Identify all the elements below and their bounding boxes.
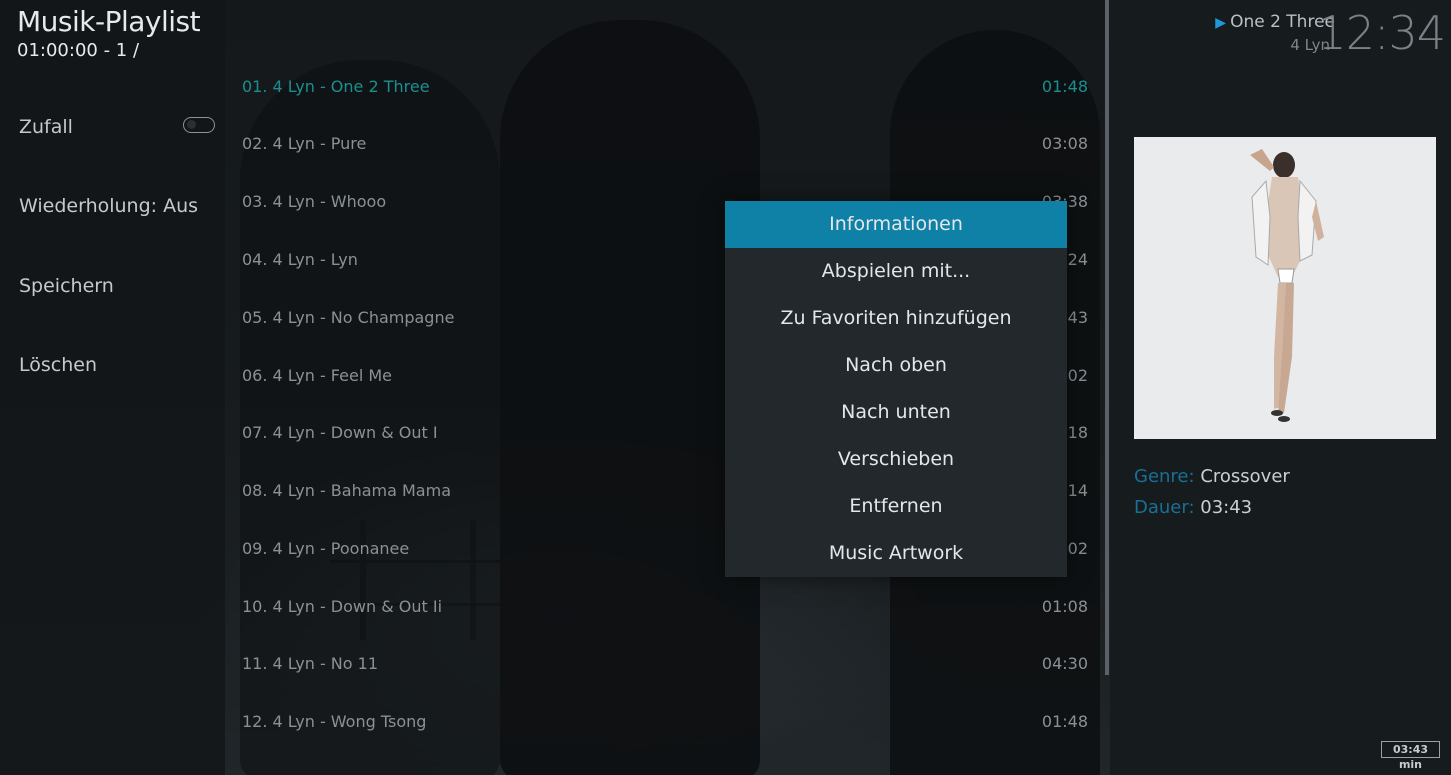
track-label: 06. 4 Lyn - Feel Me (242, 366, 392, 385)
menu-item-remove[interactable]: Entfernen (725, 483, 1067, 530)
page-title: Musik-Playlist (17, 5, 201, 38)
playlist-summary: 01:00:00 - 1 / 15 (17, 40, 143, 61)
menu-item-music-artwork[interactable]: Music Artwork (725, 530, 1067, 577)
playlist-row[interactable]: 11. 4 Lyn - No 11 04:30 (242, 654, 1088, 678)
duration-row: Dauer: 03:43 (1134, 497, 1252, 518)
playlist-row[interactable]: 10. 4 Lyn - Down & Out Ii 01:08 (242, 597, 1088, 621)
duration-badge: 03:43 min (1381, 741, 1440, 771)
context-menu: Informationen Abspielen mit... Zu Favori… (725, 201, 1067, 577)
track-label: 09. 4 Lyn - Poonanee (242, 539, 410, 558)
track-label: 01. 4 Lyn - One 2 Three (242, 77, 430, 96)
menu-item-move-up[interactable]: Nach oben (725, 342, 1067, 389)
menu-item-add-favorites[interactable]: Zu Favoriten hinzufügen (725, 295, 1067, 342)
menu-item-move-down[interactable]: Nach unten (725, 389, 1067, 436)
menu-item-move[interactable]: Verschieben (725, 436, 1067, 483)
genre-label: Genre: (1134, 466, 1195, 487)
playlist-row[interactable]: 12. 4 Lyn - Wong Tsong 01:48 (242, 712, 1088, 736)
genre-value: Crossover (1200, 466, 1290, 487)
track-label: 12. 4 Lyn - Wong Tsong (242, 712, 427, 731)
track-label: 03. 4 Lyn - Whooo (242, 192, 387, 211)
track-duration: 04:30 (1041, 654, 1088, 673)
menu-item-informationen[interactable]: Informationen (725, 201, 1067, 248)
playlist-row[interactable]: 01. 4 Lyn - One 2 Three 01:48 (242, 77, 1088, 101)
playlist-scrollbar[interactable] (1105, 0, 1109, 675)
play-icon: ▶ (1215, 15, 1227, 31)
save-button[interactable]: Speichern (19, 275, 114, 297)
duration-value: 03:43 (1200, 497, 1253, 518)
track-label: 05. 4 Lyn - No Champagne (242, 308, 455, 327)
clock: 12:34 (1317, 6, 1446, 60)
menu-item-play-with[interactable]: Abspielen mit... (725, 248, 1067, 295)
track-duration: 01:48 (1041, 712, 1088, 731)
track-label: 10. 4 Lyn - Down & Out Ii (242, 597, 443, 616)
track-label: 08. 4 Lyn - Bahama Mama (242, 481, 451, 500)
track-duration: 03:08 (1041, 134, 1088, 153)
track-label: 02. 4 Lyn - Pure (242, 134, 367, 153)
clear-button[interactable]: Löschen (19, 354, 97, 376)
playlist-row[interactable]: 02. 4 Lyn - Pure 03:08 (242, 134, 1088, 158)
repeat-button[interactable]: Wiederholung: Aus (19, 195, 198, 217)
track-duration: 01:48 (1041, 77, 1088, 96)
duration-label: Dauer: (1134, 497, 1195, 518)
album-cover (1134, 137, 1436, 439)
genre-row: Genre: Crossover (1134, 466, 1290, 487)
track-label: 11. 4 Lyn - No 11 (242, 654, 378, 673)
shuffle-toggle[interactable] (183, 117, 215, 133)
shuffle-button[interactable]: Zufall (19, 116, 73, 138)
track-label: 07. 4 Lyn - Down & Out I (242, 423, 438, 442)
track-duration: 01:08 (1041, 597, 1088, 616)
shuffle-label: Zufall (19, 116, 73, 138)
track-label: 04. 4 Lyn - Lyn (242, 250, 358, 269)
